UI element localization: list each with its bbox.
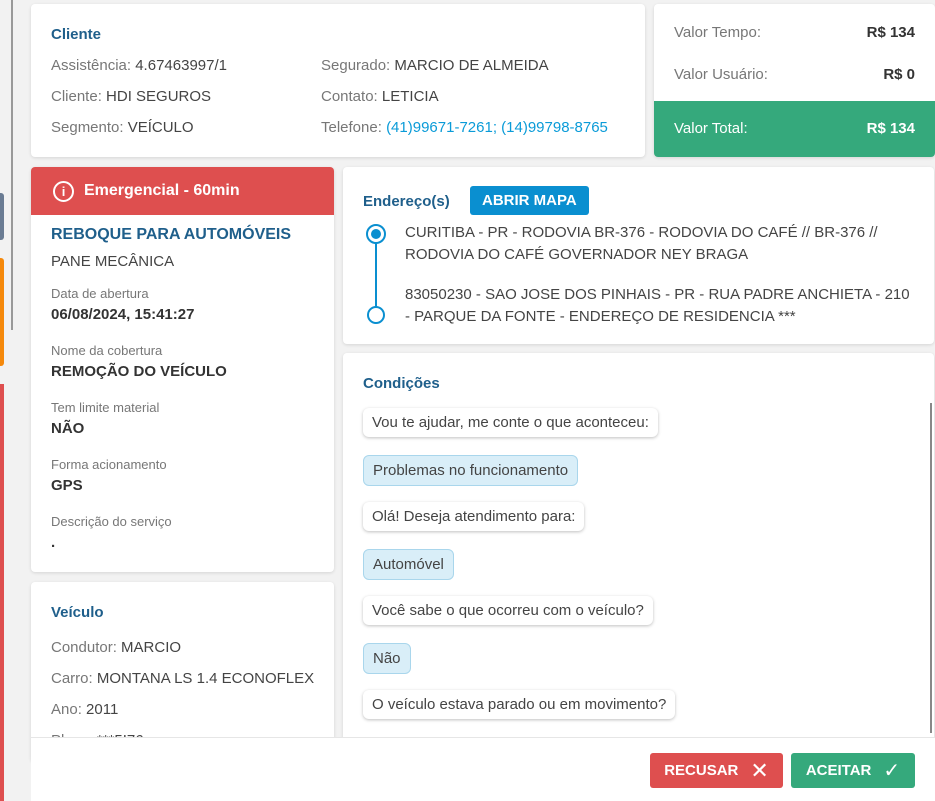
telefone: Telefone: (41)99671-7261; (14)99798-8765	[321, 119, 608, 136]
close-icon: ✕	[750, 757, 769, 783]
segurado: Segurado: MARCIO DE ALMEIDA	[321, 57, 549, 74]
user-message: Não	[363, 643, 411, 674]
service-subtitle: PANE MECÂNICA	[51, 253, 175, 270]
refuse-button[interactable]: RECUSAR ✕	[650, 753, 783, 788]
check-icon: ✓	[883, 760, 901, 782]
values-card: Valor Tempo: R$ 134 Valor Usuário: R$ 0 …	[654, 4, 935, 157]
segmento: Segmento: VEÍCULO	[51, 119, 194, 136]
valor-usuario: R$ 0	[883, 66, 915, 83]
condutor: Condutor: MARCIO	[51, 639, 182, 656]
client-title: Cliente	[51, 26, 102, 43]
field-label: Forma acionamento	[51, 457, 167, 472]
conditions-card: Condições Vou te ajudar, me conte o que …	[343, 353, 934, 773]
telefone-link[interactable]: (41)99671-7261; (14)99798-8765	[386, 119, 608, 136]
bot-message: Você sabe o que ocorreu com o veículo?	[363, 596, 653, 625]
field-value: .	[51, 534, 56, 551]
conditions-title: Condições	[363, 375, 440, 392]
open-map-button[interactable]: ABRIR MAPA	[470, 186, 589, 215]
assistencia: Assistência: 4.67463997/1	[51, 57, 227, 74]
vehicle-title: Veículo	[51, 604, 104, 621]
bot-message: Olá! Deseja atendimento para:	[363, 502, 585, 531]
valor-tempo-label: Valor Tempo:	[674, 24, 761, 41]
field-label: Descrição do serviço	[51, 514, 172, 529]
service-title: REBOQUE PARA AUTOMÓVEIS	[51, 226, 292, 243]
carro: Carro: MONTANA LS 1.4 ECONOFLEX	[51, 670, 315, 687]
info-icon: i	[53, 180, 74, 202]
address-title: Endereço(s)	[363, 193, 450, 210]
valor-total: R$ 134	[866, 120, 915, 137]
service-card: i Emergencial - 60min REBOQUE PARA AUTOM…	[31, 167, 334, 572]
vehicle-card: Veículo Condutor: MARCIO Carro: MONTANA …	[31, 582, 334, 762]
address-card: Endereço(s) ABRIR MAPA CURITIBA - PR - R…	[343, 167, 934, 344]
valor-total-label: Valor Total:	[674, 120, 748, 137]
contato: Contato: LETICIA	[321, 88, 439, 105]
field-value: 06/08/2024, 15:41:27	[51, 306, 195, 323]
bot-message: Vou te ajudar, me conte o que aconteceu:	[363, 408, 658, 437]
destination-marker-icon	[367, 306, 385, 324]
accept-button[interactable]: ACEITAR ✓	[791, 753, 915, 788]
user-message: Problemas no funcionamento	[363, 455, 579, 486]
field-value: REMOÇÃO DO VEÍCULO	[51, 363, 227, 380]
field-label: Data de abertura	[51, 286, 149, 301]
field-value: NÃO	[51, 420, 85, 437]
valor-usuario-label: Valor Usuário:	[674, 66, 768, 83]
user-message: Automóvel	[363, 549, 454, 580]
field-label: Tem limite material	[51, 400, 160, 415]
valor-tempo: R$ 134	[866, 24, 915, 41]
scrollbar[interactable]	[930, 403, 932, 733]
bot-message: O veículo estava parado ou em movimento?	[363, 690, 676, 719]
alert-text: Emergencial - 60min	[84, 182, 240, 199]
client-card: Cliente Assistência: 4.67463997/1 Client…	[31, 4, 645, 157]
emergency-alert: i Emergencial - 60min	[31, 167, 334, 215]
cliente: Cliente: HDI SEGUROS	[51, 88, 212, 105]
route-line	[375, 242, 377, 310]
ano: Ano: 2011	[51, 701, 119, 718]
origin-marker-icon	[366, 224, 386, 244]
field-label: Nome da cobertura	[51, 343, 163, 358]
field-value: GPS	[51, 477, 83, 494]
address-origin: CURITIBA - PR - RODOVIA BR-376 - RODOVIA…	[405, 224, 878, 263]
valor-total-bar: Valor Total: R$ 134	[654, 101, 935, 157]
address-destination: 83050230 - SAO JOSE DOS PINHAIS - PR - R…	[405, 286, 910, 325]
